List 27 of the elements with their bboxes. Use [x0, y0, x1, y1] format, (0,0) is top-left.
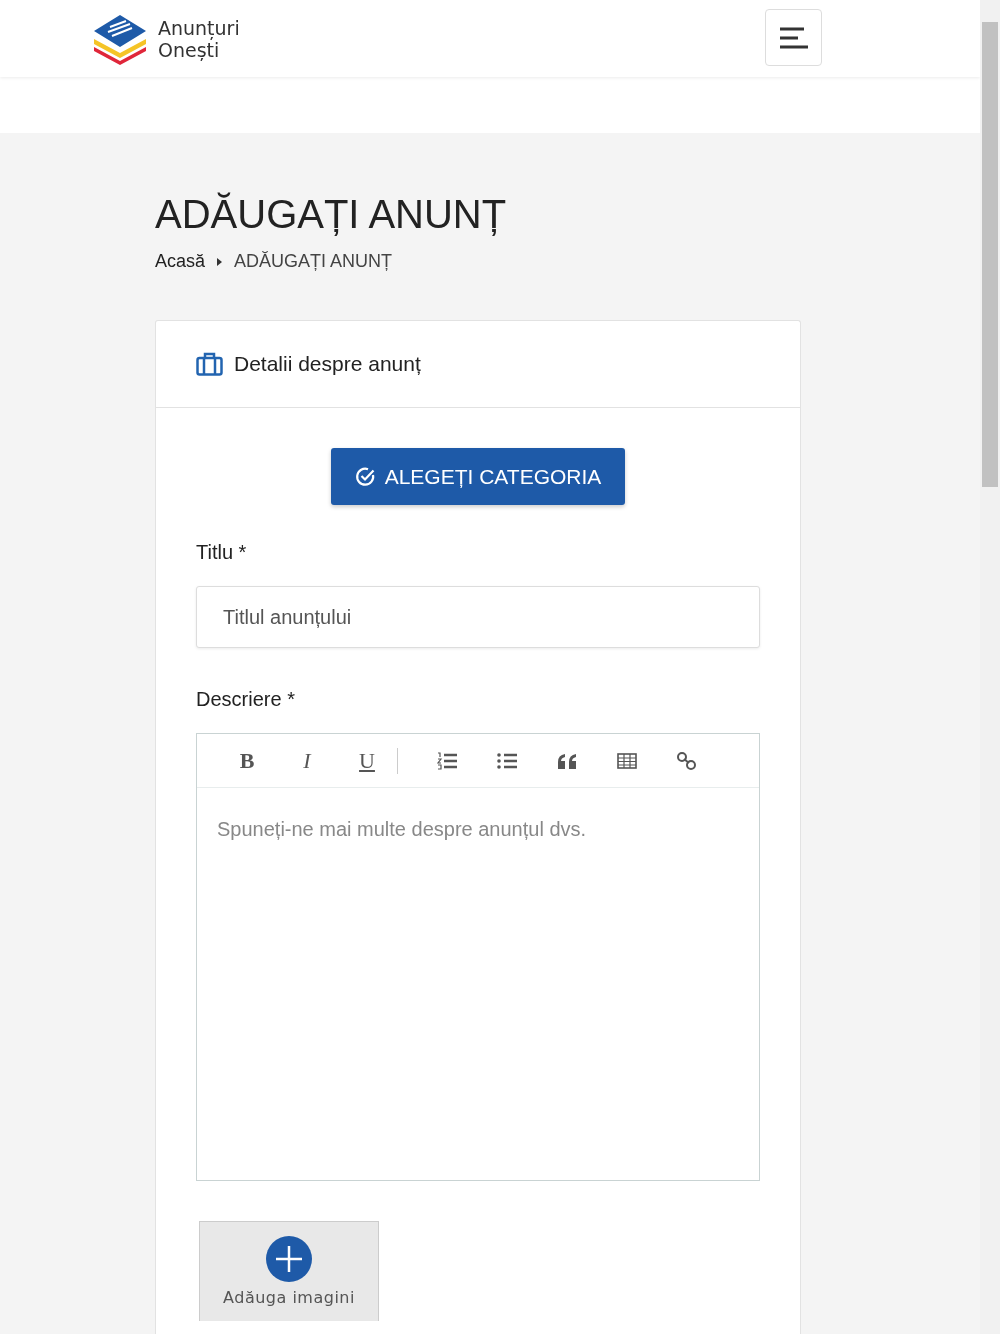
choose-category-button[interactable]: ALEGEȚI CATEGORIA [331, 448, 625, 505]
breadcrumb-current: ADĂUGAȚI ANUNȚ [234, 251, 393, 272]
check-circle-icon [354, 466, 376, 487]
bold-button[interactable]: B [217, 747, 277, 774]
link-icon[interactable] [677, 751, 697, 770]
briefcase-icon [196, 352, 223, 376]
underline-button[interactable]: U [337, 747, 397, 774]
bullet-list-icon[interactable] [497, 751, 517, 770]
title-input[interactable]: Titlul anunțului [196, 586, 760, 648]
field-label: Titlu * [196, 541, 248, 564]
description-editor[interactable]: B I U Spuneți-ne mai multe despre anunțul dvs. [196, 733, 760, 1181]
logo-text[interactable]: Anunțuri [158, 16, 240, 39]
page-title: ADĂUGAȚI ANUNȚ [155, 191, 508, 237]
menu-icon [779, 26, 808, 49]
logo-icon[interactable] [92, 12, 148, 65]
table-icon[interactable] [617, 751, 637, 770]
quote-icon[interactable] [557, 751, 577, 770]
plus-circle-icon [266, 1236, 312, 1282]
card-title: Detalii despre anunț [234, 352, 421, 376]
ordered-list-icon[interactable] [437, 751, 457, 770]
breadcrumb-link[interactable]: Acasă [155, 251, 206, 272]
field-label: Descriere * [196, 688, 296, 711]
italic-button[interactable]: I [277, 747, 337, 774]
editor-placeholder: Spuneți-ne mai multe despre anunțul dvs. [217, 818, 587, 840]
caret-icon [217, 257, 223, 266]
menu-button[interactable] [765, 9, 822, 66]
add-images-button[interactable]: Adăuga imagini [199, 1221, 379, 1321]
